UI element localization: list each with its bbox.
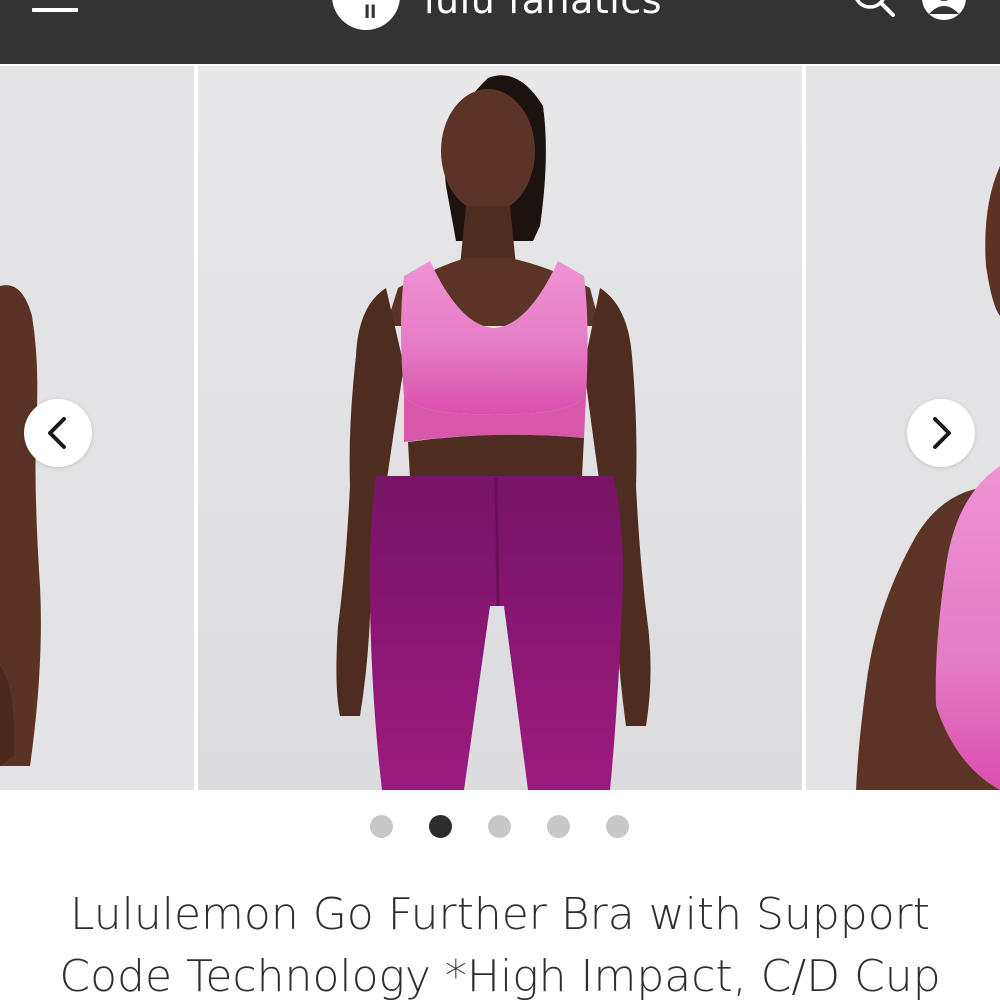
product-image-carousel[interactable]	[0, 64, 1000, 792]
carousel-slide-current[interactable]	[198, 66, 802, 790]
search-icon	[855, 0, 895, 17]
search-button[interactable]	[848, 0, 900, 22]
carousel-dot-3[interactable]	[488, 815, 511, 838]
product-photo-front-view	[198, 66, 802, 790]
carousel-next-button[interactable]	[907, 399, 975, 467]
carousel-dot-5[interactable]	[606, 815, 629, 838]
chevron-right-icon	[933, 417, 951, 449]
brand-name[interactable]: lulu fanatics	[424, 0, 662, 22]
account-button[interactable]	[918, 0, 970, 22]
carousel-dot-2[interactable]	[429, 815, 452, 838]
chevron-left-icon	[48, 417, 66, 449]
product-title: Lululemon Go Further Bra with Support Co…	[59, 889, 941, 1002]
brand-logo[interactable]: ll	[332, 0, 400, 30]
menu-button[interactable]	[30, 0, 80, 20]
carousel-previous-button[interactable]	[24, 399, 92, 467]
app-header: ll lulu fanatics	[0, 0, 1000, 64]
hamburger-menu-icon	[32, 8, 78, 12]
user-account-icon	[922, 0, 966, 20]
carousel-pagination	[0, 815, 1000, 839]
carousel-dot-4[interactable]	[547, 815, 570, 838]
logo-text: ll	[364, 2, 377, 23]
carousel-dot-1[interactable]	[370, 815, 393, 838]
